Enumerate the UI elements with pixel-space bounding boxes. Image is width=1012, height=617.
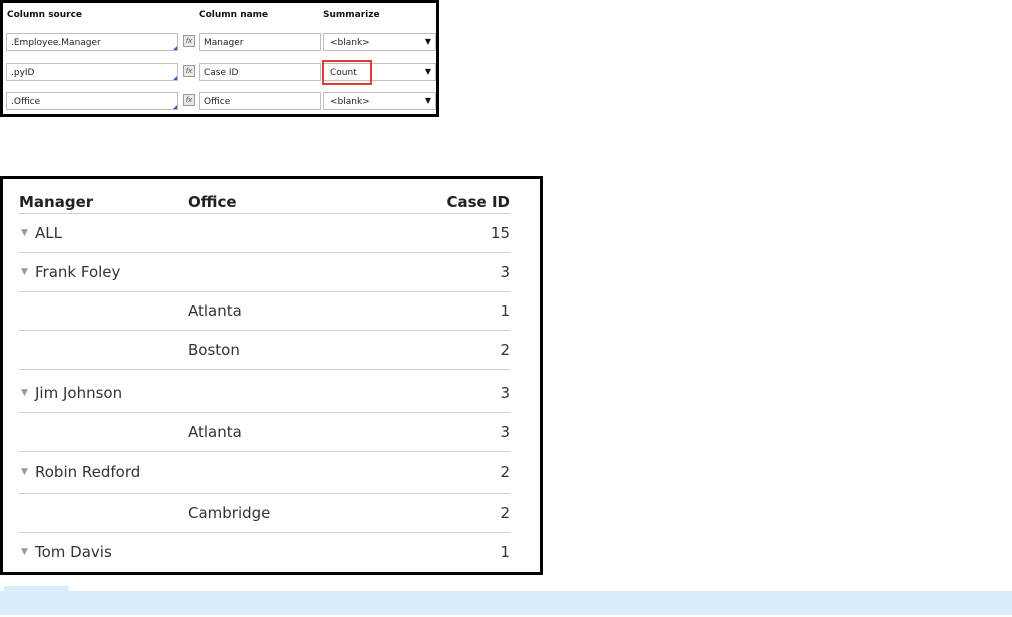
- summarize-select[interactable]: <blank> ▼: [323, 33, 436, 51]
- config-row-office: .Office fx Office <blank> ▼: [3, 91, 436, 113]
- column-source-input[interactable]: .Employee.Manager: [6, 33, 178, 51]
- column-source-input[interactable]: .Office: [6, 92, 178, 110]
- case-count-cell: 2: [500, 504, 510, 522]
- column-name-header: Column name: [199, 10, 269, 20]
- group-row-robin-redford[interactable]: ▼ Robin Redford 2: [19, 452, 510, 494]
- case-count-cell: 3: [500, 384, 510, 402]
- column-source-header: Column source: [7, 10, 83, 20]
- summarize-value: <blank>: [330, 38, 370, 48]
- detail-row-atlanta: Atlanta 1: [19, 292, 510, 331]
- config-row-case-id: .pyID fx Case ID Count ▼: [3, 62, 436, 84]
- column-name-value: Manager: [204, 38, 244, 48]
- office-column-header[interactable]: Office: [188, 193, 237, 211]
- column-source-value: .Employee.Manager: [11, 38, 101, 48]
- summary-report: Manager Office Case ID ▼ ALL 15 ▼ Frank …: [0, 176, 543, 575]
- summarize-select[interactable]: <blank> ▼: [323, 92, 436, 110]
- dropdown-arrow-icon[interactable]: ▼: [425, 37, 431, 46]
- property-picker-icon[interactable]: [172, 45, 177, 50]
- manager-cell: Frank Foley: [35, 263, 121, 281]
- collapse-triangle-icon[interactable]: ▼: [21, 388, 28, 398]
- case-count-cell: 15: [490, 224, 510, 242]
- property-picker-icon[interactable]: [172, 104, 177, 109]
- summarize-value: Count: [330, 68, 357, 78]
- detail-row-atlanta: Atlanta 3: [19, 413, 510, 452]
- manager-cell: Robin Redford: [35, 463, 141, 481]
- office-cell: Boston: [188, 341, 240, 359]
- case-count-cell: 3: [500, 423, 510, 441]
- fx-icon[interactable]: fx: [183, 94, 195, 106]
- fx-icon[interactable]: fx: [183, 35, 195, 47]
- column-source-value: .pyID: [11, 68, 35, 78]
- property-picker-icon[interactable]: [172, 75, 177, 80]
- summarize-select[interactable]: Count ▼: [323, 63, 436, 81]
- column-source-value: .Office: [11, 97, 41, 107]
- collapse-triangle-icon[interactable]: ▼: [21, 267, 28, 277]
- case-count-cell: 2: [500, 463, 510, 481]
- group-row-jim-johnson[interactable]: ▼ Jim Johnson 3: [19, 370, 510, 413]
- report-header-row: Manager Office Case ID: [19, 191, 510, 214]
- collapse-triangle-icon[interactable]: ▼: [21, 547, 28, 557]
- dropdown-arrow-icon[interactable]: ▼: [425, 96, 431, 105]
- group-row-frank-foley[interactable]: ▼ Frank Foley 3: [19, 253, 510, 292]
- group-row-tom-davis[interactable]: ▼ Tom Davis 1: [19, 533, 510, 567]
- column-config-panel: Column source Column name Summarize .Emp…: [0, 0, 439, 117]
- fx-icon[interactable]: fx: [183, 65, 195, 77]
- info-bar-tab: [4, 586, 69, 615]
- manager-cell: Tom Davis: [35, 543, 112, 561]
- column-name-input[interactable]: Office: [199, 92, 321, 110]
- collapse-triangle-icon[interactable]: ▼: [21, 467, 28, 477]
- summarize-header: Summarize: [323, 10, 380, 20]
- summarize-value: <blank>: [330, 97, 370, 107]
- manager-column-header[interactable]: Manager: [19, 193, 93, 211]
- manager-cell: ALL: [35, 224, 62, 242]
- office-cell: Cambridge: [188, 504, 271, 522]
- case-count-cell: 3: [500, 263, 510, 281]
- column-name-input[interactable]: Manager: [199, 33, 321, 51]
- case-count-cell: 1: [500, 302, 510, 320]
- column-source-input[interactable]: .pyID: [6, 63, 178, 81]
- case-id-column-header[interactable]: Case ID: [447, 193, 511, 211]
- case-count-cell: 1: [500, 543, 510, 561]
- manager-cell: Jim Johnson: [35, 384, 123, 402]
- office-cell: Atlanta: [188, 423, 242, 441]
- detail-row-boston: Boston 2: [19, 331, 510, 370]
- column-name-value: Office: [204, 97, 231, 107]
- case-count-cell: 2: [500, 341, 510, 359]
- dropdown-arrow-icon[interactable]: ▼: [425, 67, 431, 76]
- office-cell: Atlanta: [188, 302, 242, 320]
- column-name-value: Case ID: [204, 68, 239, 78]
- detail-row-cambridge: Cambridge 2: [19, 494, 510, 533]
- collapse-triangle-icon[interactable]: ▼: [21, 228, 28, 238]
- column-name-input[interactable]: Case ID: [199, 63, 321, 81]
- info-bar: [0, 586, 1012, 615]
- config-row-manager: .Employee.Manager fx Manager <blank> ▼: [3, 32, 436, 54]
- group-row-all[interactable]: ▼ ALL 15: [19, 214, 510, 253]
